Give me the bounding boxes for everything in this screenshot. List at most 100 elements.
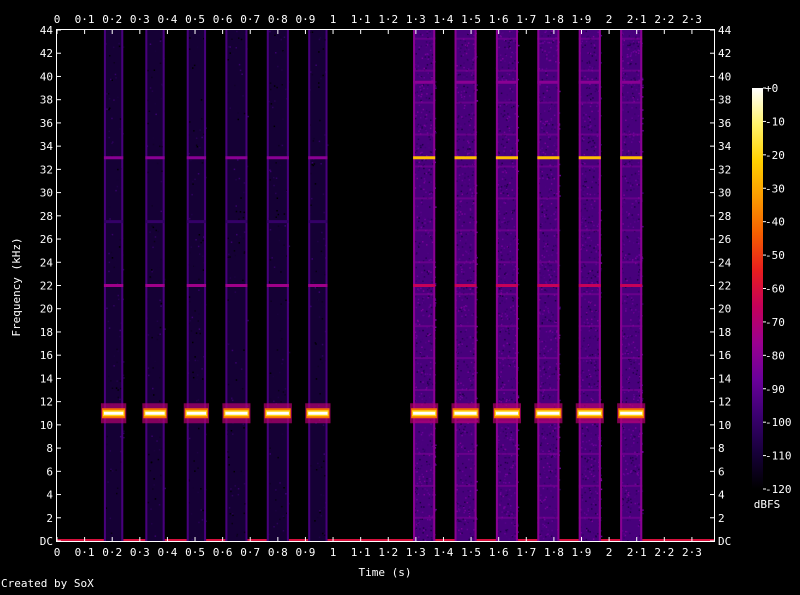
noise-speckle — [591, 443, 593, 445]
noise-speckle — [501, 427, 503, 429]
noise-speckle — [550, 42, 553, 44]
noise-speckle — [200, 241, 202, 244]
noise-speckle — [427, 72, 430, 74]
noise-speckle — [199, 332, 201, 335]
noise-speckle — [460, 370, 462, 372]
noise-speckle — [589, 384, 592, 387]
noise-speckle — [584, 466, 587, 468]
noise-speckle — [115, 469, 117, 471]
noise-speckle — [582, 46, 584, 48]
noise-speckle — [160, 305, 162, 307]
noise-speckle — [586, 249, 588, 252]
noise-speckle — [637, 331, 640, 334]
noise-speckle — [625, 460, 627, 462]
noise-speckle — [545, 77, 548, 80]
noise-speckle — [418, 94, 420, 97]
noise-speckle — [594, 146, 597, 148]
noise-speckle — [196, 378, 198, 381]
noise-speckle — [554, 142, 556, 145]
noise-speckle — [466, 364, 468, 366]
noise-speckle — [554, 423, 556, 426]
noise-speckle — [416, 481, 418, 483]
noise-speckle — [499, 331, 501, 333]
noise-speckle — [629, 511, 632, 513]
noise-speckle — [506, 183, 509, 186]
noise-speckle — [587, 530, 590, 533]
noise-speckle — [231, 494, 234, 497]
noise-speckle — [425, 67, 427, 69]
noise-speckle — [543, 309, 545, 312]
noise-speckle — [545, 526, 548, 528]
noise-speckle — [472, 217, 474, 219]
noise-speckle — [281, 84, 283, 86]
noise-speckle — [150, 508, 152, 510]
noise-speckle — [504, 60, 506, 62]
noise-speckle — [498, 219, 500, 221]
noise-speckle — [507, 194, 509, 197]
noise-speckle — [623, 537, 625, 539]
noise-speckle — [550, 276, 552, 278]
noise-speckle — [465, 397, 468, 399]
noise-speckle — [464, 44, 467, 46]
noise-speckle — [550, 348, 553, 350]
noise-speckle — [591, 307, 593, 309]
noise-speckle — [514, 365, 516, 368]
noise-speckle — [594, 77, 596, 80]
noise-speckle — [633, 438, 635, 440]
noise-speckle — [416, 482, 419, 485]
noise-speckle — [426, 355, 428, 357]
noise-speckle — [417, 244, 419, 247]
noise-speckle — [119, 187, 122, 189]
noise-speckle — [467, 450, 470, 453]
noise-speckle — [591, 186, 593, 189]
noise-speckle — [421, 203, 423, 205]
noise-speckle — [472, 353, 475, 355]
noise-speckle — [461, 271, 463, 273]
noise-speckle — [510, 495, 513, 497]
noise-speckle — [631, 41, 634, 44]
spur-line — [413, 229, 436, 232]
noise-speckle — [500, 317, 503, 320]
noise-speckle — [423, 276, 426, 278]
harmonic-line — [578, 156, 601, 160]
noise-speckle — [595, 181, 597, 184]
spur-line — [495, 37, 519, 40]
noise-speckle — [581, 427, 584, 430]
noise-speckle — [545, 243, 547, 245]
noise-speckle — [638, 85, 640, 87]
noise-speckle — [276, 210, 278, 212]
noise-speckle — [108, 261, 111, 264]
noise-speckle — [415, 280, 417, 282]
noise-speckle — [627, 491, 630, 494]
noise-speckle — [503, 513, 505, 515]
noise-speckle — [462, 254, 464, 256]
noise-speckle — [275, 216, 277, 218]
noise-speckle — [424, 348, 426, 351]
noise-speckle — [592, 42, 595, 44]
noise-speckle — [635, 201, 638, 204]
noise-speckle — [512, 271, 514, 274]
noise-speckle — [462, 74, 465, 76]
noise-speckle — [594, 506, 596, 508]
noise-speckle — [319, 510, 321, 512]
noise-speckle — [472, 112, 474, 114]
noise-speckle — [111, 257, 114, 259]
noise-speckle — [466, 431, 468, 434]
noise-speckle — [547, 217, 549, 220]
noise-speckle — [635, 54, 637, 56]
noise-speckle — [232, 491, 234, 494]
noise-speckle — [461, 128, 463, 131]
noise-speckle — [546, 434, 549, 436]
noise-speckle — [634, 451, 636, 454]
noise-speckle — [243, 182, 246, 184]
noise-speckle — [201, 519, 204, 521]
noise-speckle — [423, 67, 425, 70]
harmonic-line — [225, 284, 248, 287]
noise-speckle — [278, 239, 281, 242]
noise-speckle — [631, 342, 633, 345]
noise-speckle — [119, 398, 121, 401]
noise-speckle — [596, 374, 598, 377]
noise-speckle — [588, 233, 591, 235]
noise-speckle — [629, 437, 632, 439]
noise-speckle — [418, 339, 421, 342]
